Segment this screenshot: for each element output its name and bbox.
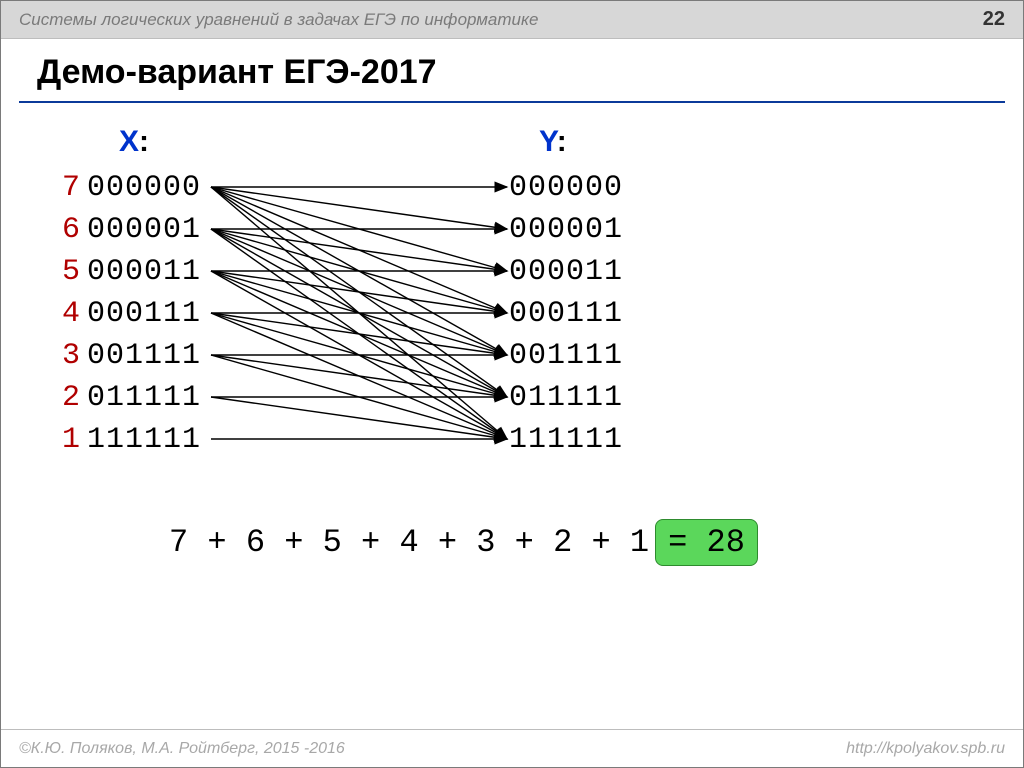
footer-url: http://kpolyakov.spb.ru (846, 740, 1005, 758)
x-bits: 000111 (87, 297, 201, 331)
mapping-arrow (211, 271, 507, 397)
mapping-arrow (211, 271, 507, 439)
row-index: 4 (55, 297, 81, 331)
page-number: 22 (983, 8, 1005, 31)
content-area: X: Y: 7000000600000150000114000111300111… (19, 119, 1005, 721)
mapping-arrow (211, 313, 507, 439)
mapping-arrow (211, 313, 507, 355)
footer-bar: ©К.Ю. Поляков, М.А. Ройтберг, 2015 -2016… (1, 729, 1023, 767)
y-row: 000111 (509, 297, 623, 331)
x-row: 4000111 (55, 297, 201, 331)
mapping-arrow (211, 187, 507, 439)
mapping-arrow (211, 229, 507, 355)
y-row: 000011 (509, 255, 623, 289)
x-bits: 111111 (87, 423, 201, 457)
sum-expression: 7 + 6 + 5 + 4 + 3 + 2 + 1 (169, 524, 649, 561)
mapping-arrow (211, 355, 507, 397)
y-row: 001111 (509, 339, 623, 373)
mapping-arrow (211, 355, 507, 439)
title-underline (19, 101, 1005, 103)
row-index: 1 (55, 423, 81, 457)
y-row: 000001 (509, 213, 623, 247)
mapping-arrow (211, 229, 507, 271)
x-row: 1111111 (55, 423, 201, 457)
mapping-arrow (211, 187, 507, 313)
y-row: 111111 (509, 423, 623, 457)
slide-title: Демо-вариант ЕГЭ-2017 (37, 53, 437, 92)
row-index: 7 (55, 171, 81, 205)
result-box: = 28 (655, 519, 758, 566)
x-bits: 011111 (87, 381, 201, 415)
x-row: 6000001 (55, 213, 201, 247)
mapping-arrow (211, 229, 507, 313)
y-row: 011111 (509, 381, 623, 415)
mapping-arrow (211, 187, 507, 397)
mapping-arrow (211, 229, 507, 397)
mapping-arrow (211, 271, 507, 313)
row-index: 3 (55, 339, 81, 373)
x-row: 7000000 (55, 171, 201, 205)
x-row: 3001111 (55, 339, 201, 373)
mapping-arrow (211, 187, 507, 271)
mapping-arrow (211, 313, 507, 397)
x-bits: 001111 (87, 339, 201, 373)
x-row: 2011111 (55, 381, 201, 415)
mapping-arrow (211, 397, 507, 439)
x-row: 5000011 (55, 255, 201, 289)
header-bar: Системы логических уравнений в задачах Е… (1, 1, 1023, 39)
mapping-arrow (211, 271, 507, 355)
mapping-arrow (211, 229, 507, 439)
x-bits: 000011 (87, 255, 201, 289)
footer-credit: ©К.Ю. Поляков, М.А. Ройтберг, 2015 -2016 (19, 740, 345, 758)
x-column-label: X: (119, 125, 149, 159)
row-index: 2 (55, 381, 81, 415)
y-column-label: Y: (539, 125, 567, 159)
arrows-layer (19, 119, 1005, 721)
sum-line: 7 + 6 + 5 + 4 + 3 + 2 + 1 = 28 (169, 519, 758, 566)
row-index: 5 (55, 255, 81, 289)
y-row: 000000 (509, 171, 623, 205)
mapping-arrow (211, 187, 507, 355)
row-index: 6 (55, 213, 81, 247)
x-bits: 000000 (87, 171, 201, 205)
mapping-arrow (211, 187, 507, 229)
header-subject: Системы логических уравнений в задачах Е… (19, 10, 539, 30)
x-bits: 000001 (87, 213, 201, 247)
